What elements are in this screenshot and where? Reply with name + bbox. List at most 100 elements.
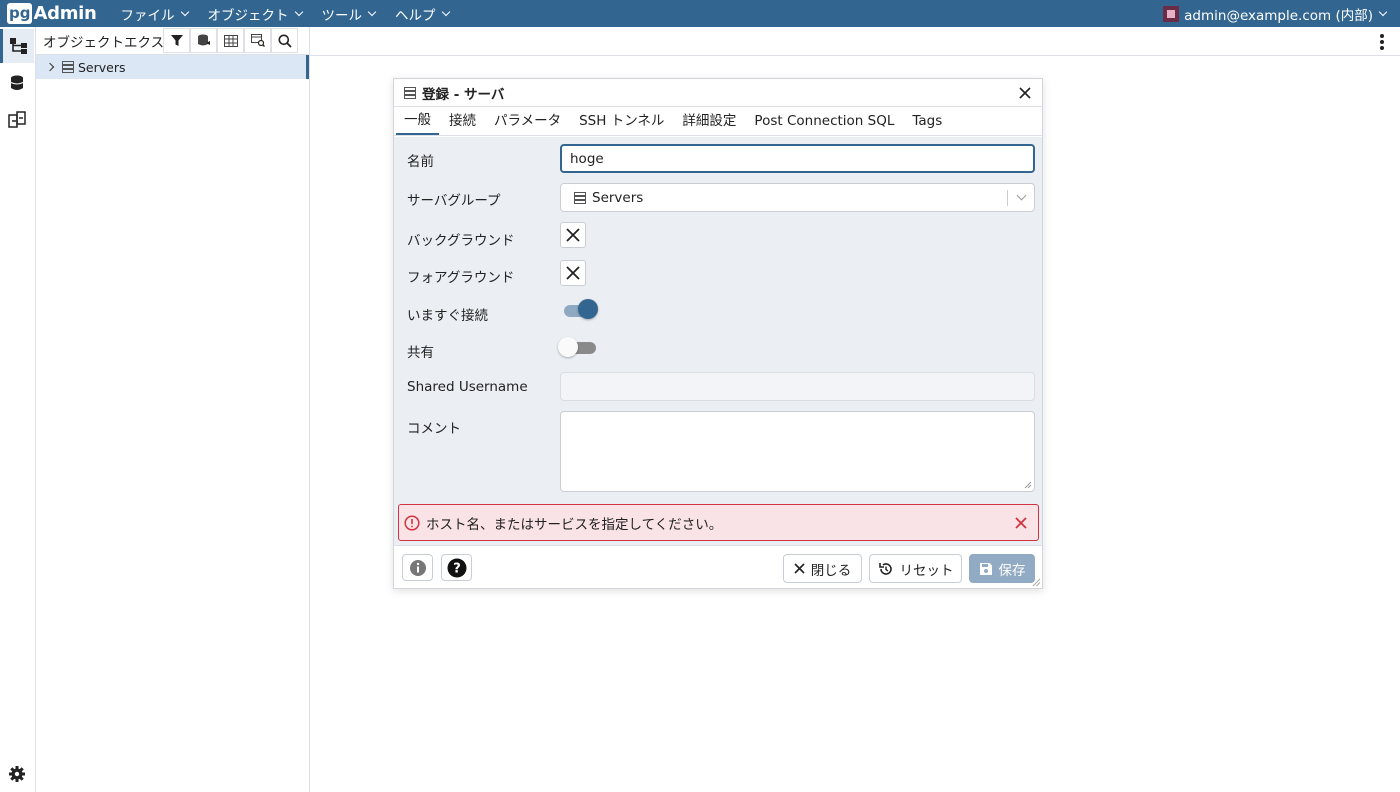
shared-username-input[interactable] — [560, 372, 1035, 401]
tab-connection[interactable]: 接続 — [441, 109, 484, 135]
menu-object[interactable]: オブジェクト — [198, 0, 312, 27]
search-icon[interactable] — [271, 28, 298, 53]
foreground-color-picker[interactable] — [560, 260, 586, 286]
gear-icon[interactable] — [0, 757, 34, 791]
tab-post-connection-sql[interactable]: Post Connection SQL — [746, 113, 902, 135]
menu-help-label: ヘルプ — [395, 7, 436, 24]
select-separator — [1007, 190, 1008, 206]
no-color-icon — [566, 228, 580, 242]
save-button-label: 保存 — [998, 562, 1026, 579]
help-icon: ? — [447, 558, 466, 577]
tab-ssh-tunnel[interactable]: SSH トンネル — [571, 109, 672, 135]
name-value: hoge — [570, 151, 604, 167]
chevron-right-icon[interactable] — [45, 62, 55, 72]
close-icon[interactable] — [1018, 86, 1032, 100]
shared-label: 共有 — [407, 345, 434, 361]
database-icon[interactable] — [0, 66, 34, 100]
server-group-value: Servers — [592, 190, 644, 206]
menu-tools-label: ツール — [321, 7, 363, 24]
tab-parameters[interactable]: パラメータ — [486, 109, 569, 135]
resize-handle-icon[interactable] — [1024, 481, 1032, 489]
comment-label: コメント — [407, 421, 461, 437]
toggle-knob — [558, 337, 578, 357]
menu-tools[interactable]: ツール — [312, 0, 386, 27]
dialog-titlebar[interactable]: 登録 - サーバ — [394, 79, 1042, 107]
dialog-tabs: 一般 接続 パラメータ SSH トンネル 詳細設定 Post Connectio… — [394, 107, 1042, 136]
server-group-select[interactable]: Servers — [560, 183, 1035, 212]
more-options-icon[interactable] — [1380, 34, 1384, 52]
shared-username-label: Shared Username — [407, 379, 528, 395]
help-button[interactable]: ? — [441, 554, 472, 581]
reset-button-label: リセット — [899, 562, 954, 579]
server-group-icon — [404, 86, 416, 99]
reset-button[interactable]: リセット — [869, 554, 962, 583]
object-explorer-tab-icon[interactable] — [0, 29, 34, 63]
menu-file-label: ファイル — [120, 7, 175, 24]
toggle-knob — [578, 299, 598, 319]
chevron-down-icon — [367, 7, 377, 16]
error-message: ホスト名、またはサービスを指定してください。 — [426, 516, 723, 533]
server-group-label: サーバグループ — [407, 193, 501, 209]
chevron-down-icon — [441, 7, 450, 16]
reset-icon — [878, 562, 892, 575]
close-icon[interactable] — [1014, 516, 1028, 530]
menu-file[interactable]: ファイル — [111, 0, 198, 27]
close-button-label: 閉じる — [810, 562, 852, 579]
user-email: admin@example.com (内部) — [1184, 7, 1373, 24]
server-group-icon — [574, 192, 586, 204]
server-group-icon — [62, 61, 74, 73]
object-explorer-header: オブジェクトエクスプローラ — [36, 27, 309, 55]
info-icon — [409, 559, 426, 576]
tab-tags[interactable]: Tags — [904, 113, 950, 135]
tab-advanced[interactable]: 詳細設定 — [674, 109, 744, 135]
shared-toggle[interactable] — [558, 337, 600, 357]
table-icon[interactable] — [217, 28, 244, 53]
logo-mark: pg — [7, 3, 33, 24]
background-label: バックグラウンド — [407, 233, 515, 249]
close-button[interactable]: 閉じる — [783, 554, 862, 583]
pgadmin-logo: pg Admin — [7, 3, 97, 24]
error-notice: ホスト名、またはサービスを指定してください。 — [398, 504, 1039, 541]
user-menu[interactable]: admin@example.com (内部) — [1163, 0, 1388, 27]
main-tab-strip — [310, 27, 1400, 56]
no-color-icon — [566, 266, 580, 280]
chevron-down-icon — [180, 7, 189, 16]
explorer-toolbar — [163, 28, 298, 53]
menu-object-label: オブジェクト — [207, 7, 289, 24]
connect-now-label: いますぐ接続 — [407, 308, 488, 324]
chevron-down-icon — [1378, 7, 1388, 16]
error-icon — [404, 514, 420, 531]
save-icon — [979, 562, 992, 575]
tree-node-label: Servers — [78, 59, 126, 75]
comment-textarea[interactable] — [560, 411, 1035, 492]
foreground-label: フォアグラウンド — [407, 270, 515, 286]
filter-icon[interactable] — [163, 28, 190, 53]
connect-now-toggle[interactable] — [564, 299, 600, 319]
tree-node-servers[interactable]: Servers — [36, 55, 309, 79]
save-button[interactable]: 保存 — [969, 554, 1035, 583]
register-server-dialog: 登録 - サーバ 一般 接続 パラメータ SSH トンネル 詳細設定 Post … — [393, 78, 1043, 589]
object-explorer-title: オブジェクトエクスプローラ — [43, 34, 168, 51]
general-form: 名前 hoge サーバグループ Servers バックグラウンド フォアグラウン… — [394, 137, 1042, 545]
schema-diff-icon[interactable] — [0, 103, 34, 137]
search-objects-icon[interactable] — [244, 28, 271, 53]
tab-general[interactable]: 一般 — [396, 108, 439, 135]
dialog-title: 登録 - サーバ — [422, 86, 505, 103]
chevron-down-icon[interactable] — [1016, 190, 1027, 201]
menu-help[interactable]: ヘルプ — [385, 0, 459, 27]
info-button[interactable] — [402, 554, 433, 581]
left-icon-rail — [0, 27, 36, 792]
close-icon — [794, 563, 805, 574]
chevron-down-icon — [294, 7, 303, 16]
query-tool-icon[interactable] — [190, 28, 217, 53]
top-menubar: pg Admin ファイル オブジェクト ツール ヘルプ admin@examp… — [0, 0, 1400, 27]
logo-text: Admin — [33, 3, 97, 24]
dialog-resize-handle-icon[interactable] — [1032, 578, 1041, 587]
name-label: 名前 — [407, 154, 434, 170]
name-input[interactable]: hoge — [560, 144, 1035, 173]
svg-text:?: ? — [453, 561, 461, 576]
dialog-footer: ? 閉じる リセット 保存 — [394, 545, 1042, 588]
user-avatar — [1163, 5, 1180, 22]
background-color-picker[interactable] — [560, 222, 586, 248]
object-explorer-panel: オブジェクトエクスプローラ Servers — [36, 27, 310, 792]
